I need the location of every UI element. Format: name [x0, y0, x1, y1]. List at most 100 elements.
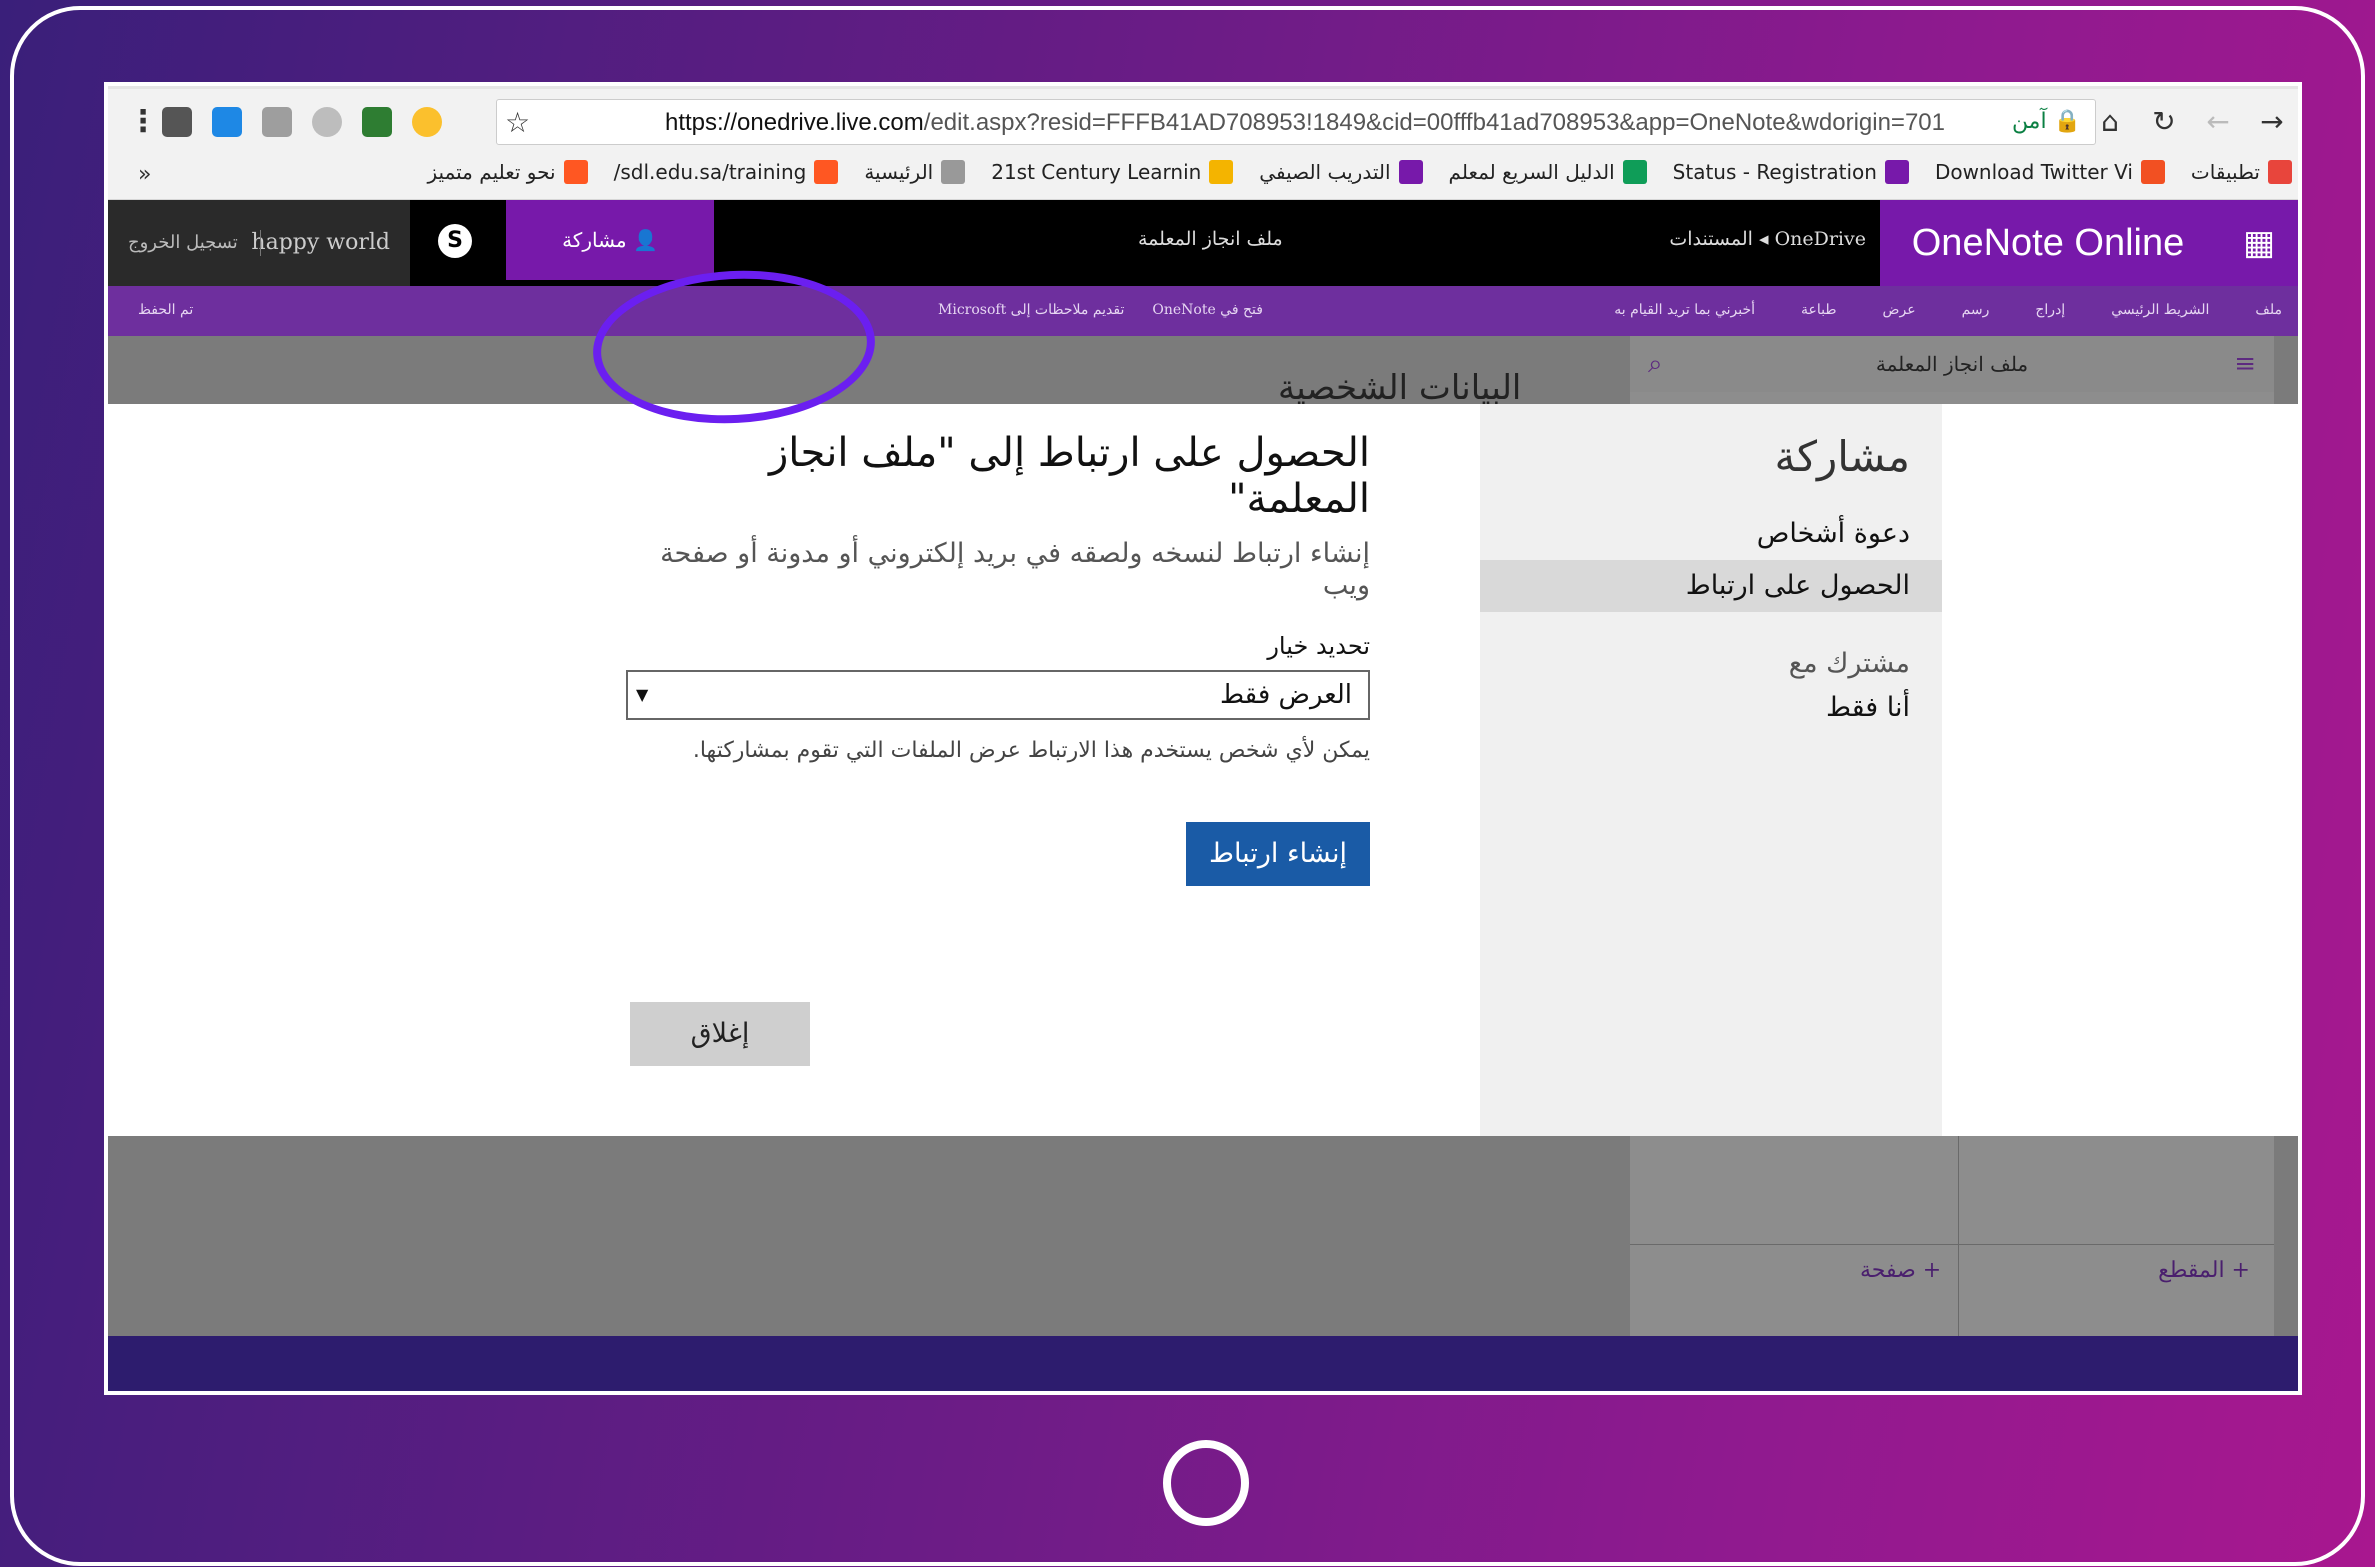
onenote-header: ▦ OneNote Online OneDrive ◂ المستندات مل… — [108, 200, 2298, 286]
browser-window: ⋮ ☆ https://onedrive.live.com/edit.aspx?… — [108, 86, 2298, 1336]
shared-with-value: أنا فقط — [1825, 692, 1910, 723]
ribbon-actions: فتح في OneNote تقديم ملاحظات إلى Microsof… — [938, 302, 1263, 318]
bookmark-star-icon[interactable]: ☆ — [505, 106, 530, 139]
document-title: ملف انجاز المعلمة — [1138, 228, 1283, 250]
share-dialog-content: الحصول على ارتباط إلى "ملف انجاز المعلمة… — [626, 404, 1370, 1136]
bookmarks-list: تطبيقات Download Twitter Vi Status - Regis… — [428, 160, 2292, 184]
bookmark-item[interactable]: Download Twitter Vi — [1935, 160, 2165, 184]
skype-icon[interactable]: S — [438, 224, 472, 258]
bookmark-item[interactable]: Status - Registration — [1673, 160, 1909, 184]
lock-icon: 🔒 — [2053, 109, 2081, 134]
app-launcher-icon[interactable]: ▦ — [2216, 200, 2298, 286]
tablet-screen: ⋮ ☆ https://onedrive.live.com/edit.aspx?… — [104, 82, 2302, 1395]
home-icon[interactable]: ⌂ — [2096, 105, 2124, 138]
dropdown-arrow-icon: ▼ — [636, 685, 649, 704]
forward-icon[interactable]: ← — [2204, 105, 2232, 138]
bookmarks-overflow-icon[interactable]: » — [138, 162, 151, 187]
user-area: happy world تسجيل الخروج — [108, 200, 410, 286]
share-dialog: مشاركة دعوة أشخاص الحصول على ارتباط مشتر… — [108, 404, 2298, 1136]
extension-record-icon[interactable] — [312, 106, 342, 137]
breadcrumb[interactable]: OneDrive ◂ المستندات — [1669, 228, 1866, 250]
extension-film-icon[interactable] — [162, 106, 192, 137]
onenote-icon — [1398, 160, 1423, 184]
bookmark-item[interactable]: 21st Century Learnin — [991, 160, 1234, 184]
bookmark-label: Download Twitter Vi — [1934, 160, 2133, 184]
bookmark-label: تطبيقات — [2190, 160, 2260, 184]
notebook-title: ملف انجاز المعلمة — [1875, 352, 2029, 376]
url-path: /edit.aspx?resid=FFFB41AD708953!1849&cid… — [923, 109, 1945, 136]
share-label: مشاركة — [562, 228, 627, 252]
url-text: https://onedrive.live.com/edit.aspx?resi… — [665, 109, 1945, 137]
dots-icon — [1209, 160, 1234, 184]
address-bar-row: ⋮ ☆ https://onedrive.live.com/edit.aspx?… — [108, 86, 2298, 152]
ribbon-tab[interactable]: أخبرني بما تريد القيام به — [1614, 302, 1755, 318]
dialog-description: إنشاء ارتباط لنسخه ولصقه في بريد إلكترون… — [660, 538, 1370, 601]
extension-check-icon[interactable] — [362, 106, 392, 137]
page-title-peek: البيانات الشخصية — [1278, 368, 1522, 408]
ribbon-tab[interactable]: إدراج — [2035, 302, 2065, 318]
app-name[interactable]: OneNote Online — [1880, 200, 2216, 286]
ribbon-bar: ملف الشريط الرئيسي إدراج رسم عرض طباعة أخبرني … — [108, 286, 2298, 336]
bookmark-item[interactable]: التدريب الصيفي — [1259, 160, 1423, 184]
add-page-button[interactable]: + صفحة — [1860, 1258, 1941, 1283]
ribbon-tab[interactable]: رسم — [1962, 302, 1990, 318]
bookmark-label: Status - Registration — [1672, 160, 1877, 184]
link-type-select[interactable]: العرض فقط ▼ — [626, 670, 1370, 720]
create-link-button[interactable]: إنشاء ارتباط — [1186, 822, 1370, 886]
close-button[interactable]: إغلاق — [630, 1002, 810, 1066]
add-section-button[interactable]: + المقطع — [2158, 1258, 2250, 1283]
classroom-icon — [1622, 160, 1647, 184]
windows-icon — [2140, 160, 2165, 184]
blogger-icon — [563, 160, 588, 184]
bookmark-label: sdl.edu.sa/training/ — [613, 160, 807, 184]
ribbon-tab[interactable]: الشريط الرئيسي — [2111, 302, 2209, 318]
bookmark-item[interactable]: تطبيقات — [2191, 160, 2292, 184]
extension-search-icon[interactable] — [412, 106, 442, 137]
ribbon-action[interactable]: فتح في OneNote — [1152, 302, 1263, 318]
url-host: https://onedrive.live.com — [664, 109, 924, 136]
chrome-menu-icon[interactable]: ⋮ — [128, 104, 158, 139]
nav-footer-line — [1630, 1244, 2274, 1245]
bookmark-label: نحو تعليم متميز — [427, 160, 556, 184]
nav-pane-header: ≡ ملف انجاز المعلمة ⌕ — [1630, 336, 2274, 392]
select-option-label: تحديد خيار — [1267, 632, 1370, 660]
ribbon-tab[interactable]: طباعة — [1801, 302, 1837, 318]
home-button[interactable] — [1163, 1440, 1249, 1526]
blogger-icon — [814, 160, 839, 184]
search-icon[interactable]: ⌕ — [1648, 336, 1663, 392]
ribbon-tab[interactable]: عرض — [1883, 302, 1916, 318]
reload-icon[interactable]: ↻ — [2150, 105, 2178, 138]
bookmark-label: الرئيسية — [864, 160, 934, 184]
back-icon[interactable]: → — [2258, 105, 2286, 138]
bookmark-label: الدليل السريع لمعلم — [1448, 160, 1615, 184]
url-bar[interactable]: ☆ https://onedrive.live.com/edit.aspx?re… — [496, 99, 2096, 145]
user-name[interactable]: happy world — [251, 200, 390, 286]
secure-indicator[interactable]: 🔒 آمن — [2012, 109, 2081, 134]
share-dialog-sidebar: مشاركة دعوة أشخاص الحصول على ارتباط مشتر… — [1480, 404, 1942, 1136]
signout-link[interactable]: تسجيل الخروج — [128, 200, 238, 286]
bookmark-item[interactable]: sdl.edu.sa/training/ — [614, 160, 839, 184]
nav-buttons: ⌂ ↻ ← → — [2096, 105, 2286, 138]
hamburger-icon[interactable]: ≡ — [2234, 336, 2256, 392]
page-icon — [941, 160, 966, 184]
invite-people-item[interactable]: دعوة أشخاص — [1480, 508, 1942, 560]
extension-calendar-icon[interactable] — [212, 106, 242, 137]
bookmark-item[interactable]: الرئيسية — [864, 160, 966, 184]
bookmark-item[interactable]: نحو تعليم متميز — [428, 160, 588, 184]
apps-grid-icon — [2268, 160, 2292, 184]
ribbon-action[interactable]: تقديم ملاحظات إلى Microsoft — [938, 302, 1124, 318]
link-type-value: العرض فقط — [1220, 680, 1352, 710]
extension-pdf-icon[interactable] — [262, 106, 292, 137]
save-status: تم الحفظ — [138, 302, 194, 318]
bookmarks-bar: تطبيقات Download Twitter Vi Status - Regis… — [108, 152, 2298, 200]
ribbon-tabs: ملف الشريط الرئيسي إدراج رسم عرض طباعة أخبرني … — [1614, 302, 2282, 318]
shared-with-label: مشترك مع — [1788, 648, 1910, 679]
get-link-item[interactable]: الحصول على ارتباط — [1480, 560, 1942, 612]
add-person-icon: 👤 — [633, 228, 658, 252]
extensions-bar: ⋮ — [128, 104, 442, 139]
dialog-title: الحصول على ارتباط إلى "ملف انجاز المعلمة… — [768, 430, 1370, 522]
onenote-icon — [1884, 160, 1909, 184]
bookmark-item[interactable]: الدليل السريع لمعلم — [1449, 160, 1647, 184]
share-button[interactable]: 👤 مشاركة — [506, 200, 714, 280]
ribbon-tab[interactable]: ملف — [2255, 302, 2282, 318]
